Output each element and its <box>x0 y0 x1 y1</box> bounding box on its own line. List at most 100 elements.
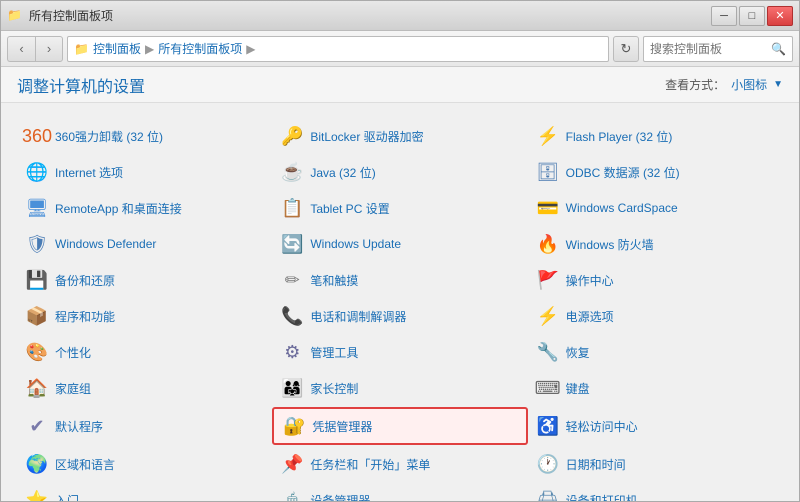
breadcrumb-item-1[interactable]: 控制面板 <box>93 40 141 57</box>
item-icon-homegroup: 🏠 <box>25 376 49 400</box>
item-programs[interactable]: 📦程序和功能 <box>17 299 272 333</box>
item-icon-remote: 🖥 <box>25 196 49 220</box>
item-icon-datetime: 🕐 <box>536 452 560 476</box>
item-phone[interactable]: 📞电话和调制解调器 <box>272 299 527 333</box>
search-icon[interactable]: 🔍 <box>771 42 786 56</box>
item-label-access: 轻松访问中心 <box>566 418 638 435</box>
item-keyboard[interactable]: ⌨键盘 <box>528 371 783 405</box>
search-bar[interactable]: 🔍 <box>643 36 793 62</box>
item-icon-internet: 🌐 <box>25 160 49 184</box>
item-devices[interactable]: 🖨设备和打印机 <box>528 483 783 501</box>
search-input[interactable] <box>650 42 767 56</box>
item-icon-access: ♿ <box>536 414 560 438</box>
item-region[interactable]: 🌍区域和语言 <box>17 447 272 481</box>
item-icon-action: 🚩 <box>536 268 560 292</box>
item-icon-device-mgr: 🖱 <box>280 488 304 501</box>
item-label-cardspace: Windows CardSpace <box>566 201 678 215</box>
item-defender[interactable]: 🛡 Windows Defender <box>17 227 272 261</box>
item-parental[interactable]: 👨‍👩‍👧家长控制 <box>272 371 527 405</box>
item-label-backup: 备份和还原 <box>55 272 115 289</box>
item-label-flash: Flash Player (32 位) <box>566 128 673 145</box>
view-dropdown-arrow[interactable]: ▼ <box>773 79 783 90</box>
item-icon-power: ⚡ <box>536 304 560 328</box>
view-options: 查看方式： 小图标 ▼ <box>665 76 783 93</box>
forward-button[interactable]: › <box>35 36 63 62</box>
item-manage[interactable]: ⚙管理工具 <box>272 335 527 369</box>
item-datetime[interactable]: 🕐 日期和时间 <box>528 447 783 481</box>
item-icon-defender: 🛡 <box>25 232 49 256</box>
item-label-power: 电源选项 <box>566 308 614 325</box>
window-controls: ─ □ ✕ <box>711 6 793 26</box>
back-button[interactable]: ‹ <box>7 36 35 62</box>
item-label-devices: 设备和打印机 <box>566 492 638 502</box>
item-firewall[interactable]: 🔥 Windows 防火墙 <box>528 227 783 261</box>
item-icon-odbc: 🗄 <box>536 160 560 184</box>
item-label-firewall: Windows 防火墙 <box>566 236 654 253</box>
item-icon-personal: 🎨 <box>25 340 49 364</box>
item-icon-credential: 🔐 <box>282 414 306 438</box>
item-action[interactable]: 🚩操作中心 <box>528 263 783 297</box>
item-intro[interactable]: ⭐ 入门 <box>17 483 272 501</box>
item-flash[interactable]: ⚡ Flash Player (32 位) <box>528 119 783 153</box>
item-360[interactable]: 360360强力卸载 (32 位) <box>17 119 272 153</box>
window-title: 所有控制面板项 <box>29 7 113 24</box>
item-label-360: 360强力卸载 (32 位) <box>55 128 163 145</box>
item-label-homegroup: 家庭组 <box>55 380 91 397</box>
title-bar: 📁 所有控制面板项 ─ □ ✕ <box>1 1 799 31</box>
item-java[interactable]: ☕Java (32 位) <box>272 155 527 189</box>
breadcrumb-item-2[interactable]: 所有控制面板项 <box>158 40 242 57</box>
item-internet[interactable]: 🌐 Internet 选项 <box>17 155 272 189</box>
item-device-mgr[interactable]: 🖱设备管理器 <box>272 483 527 501</box>
item-icon-java: ☕ <box>280 160 304 184</box>
item-icon-firewall: 🔥 <box>536 232 560 256</box>
view-mode-selector[interactable]: 小图标 <box>731 76 767 93</box>
item-label-default: 默认程序 <box>55 418 103 435</box>
folder-icon: 📁 <box>74 42 89 56</box>
item-label-recovery: 恢复 <box>566 344 590 361</box>
item-icon-recovery: 🔧 <box>536 340 560 364</box>
item-label-intro: 入门 <box>55 492 79 502</box>
breadcrumb-separator-2: ▶ <box>246 42 255 56</box>
item-bitlocker[interactable]: 🔑BitLocker 驱动器加密 <box>272 119 527 153</box>
item-recovery[interactable]: 🔧 恢复 <box>528 335 783 369</box>
refresh-button[interactable]: ↻ <box>613 36 639 62</box>
item-power[interactable]: ⚡ 电源选项 <box>528 299 783 333</box>
nav-buttons: ‹ › <box>7 36 63 62</box>
item-cardspace[interactable]: 💳 Windows CardSpace <box>528 191 783 225</box>
item-personal[interactable]: 🎨个性化 <box>17 335 272 369</box>
minimize-button[interactable]: ─ <box>711 6 737 26</box>
item-pen[interactable]: ✏笔和触摸 <box>272 263 527 297</box>
item-icon-manage: ⚙ <box>280 340 304 364</box>
item-remote[interactable]: 🖥 RemoteApp 和桌面连接 <box>17 191 272 225</box>
item-tablet[interactable]: 📋Tablet PC 设置 <box>272 191 527 225</box>
item-label-internet: Internet 选项 <box>55 164 123 181</box>
content-area: 360360强力卸载 (32 位)🔑BitLocker 驱动器加密 ⚡ Flash … <box>1 103 799 501</box>
item-taskbar[interactable]: 📌任务栏和「开始」菜单 <box>272 447 527 481</box>
item-winupdate[interactable]: 🔄 Windows Update <box>272 227 527 261</box>
item-icon-keyboard: ⌨ <box>536 376 560 400</box>
item-icon-flash: ⚡ <box>536 124 560 148</box>
item-icon-cardspace: 💳 <box>536 196 560 220</box>
item-icon-winupdate: 🔄 <box>280 232 304 256</box>
main-window: 📁 所有控制面板项 ─ □ ✕ ‹ › 📁 控制面板 ▶ 所有控制面板项 ▶ ↻… <box>0 0 800 502</box>
item-homegroup[interactable]: 🏠 家庭组 <box>17 371 272 405</box>
item-default[interactable]: ✔默认程序 <box>17 407 272 445</box>
breadcrumb-bar[interactable]: 📁 控制面板 ▶ 所有控制面板项 ▶ <box>67 36 609 62</box>
item-label-datetime: 日期和时间 <box>566 456 626 473</box>
item-label-programs: 程序和功能 <box>55 308 115 325</box>
maximize-button[interactable]: □ <box>739 6 765 26</box>
item-icon-intro: ⭐ <box>25 488 49 501</box>
item-icon-bitlocker: 🔑 <box>280 124 304 148</box>
title-bar-left: 📁 所有控制面板项 <box>7 7 113 24</box>
item-credential[interactable]: 🔐 凭据管理器 <box>272 407 527 445</box>
item-label-remote: RemoteApp 和桌面连接 <box>55 200 182 217</box>
item-access[interactable]: ♿ 轻松访问中心 <box>528 407 783 445</box>
item-odbc[interactable]: 🗄ODBC 数据源 (32 位) <box>528 155 783 189</box>
item-label-tablet: Tablet PC 设置 <box>310 200 389 217</box>
address-bar: ‹ › 📁 控制面板 ▶ 所有控制面板项 ▶ ↻ 🔍 <box>1 31 799 67</box>
item-label-winupdate: Windows Update <box>310 237 401 251</box>
item-label-credential: 凭据管理器 <box>312 418 372 435</box>
close-button[interactable]: ✕ <box>767 6 793 26</box>
item-label-defender: Windows Defender <box>55 237 156 251</box>
item-backup[interactable]: 💾备份和还原 <box>17 263 272 297</box>
